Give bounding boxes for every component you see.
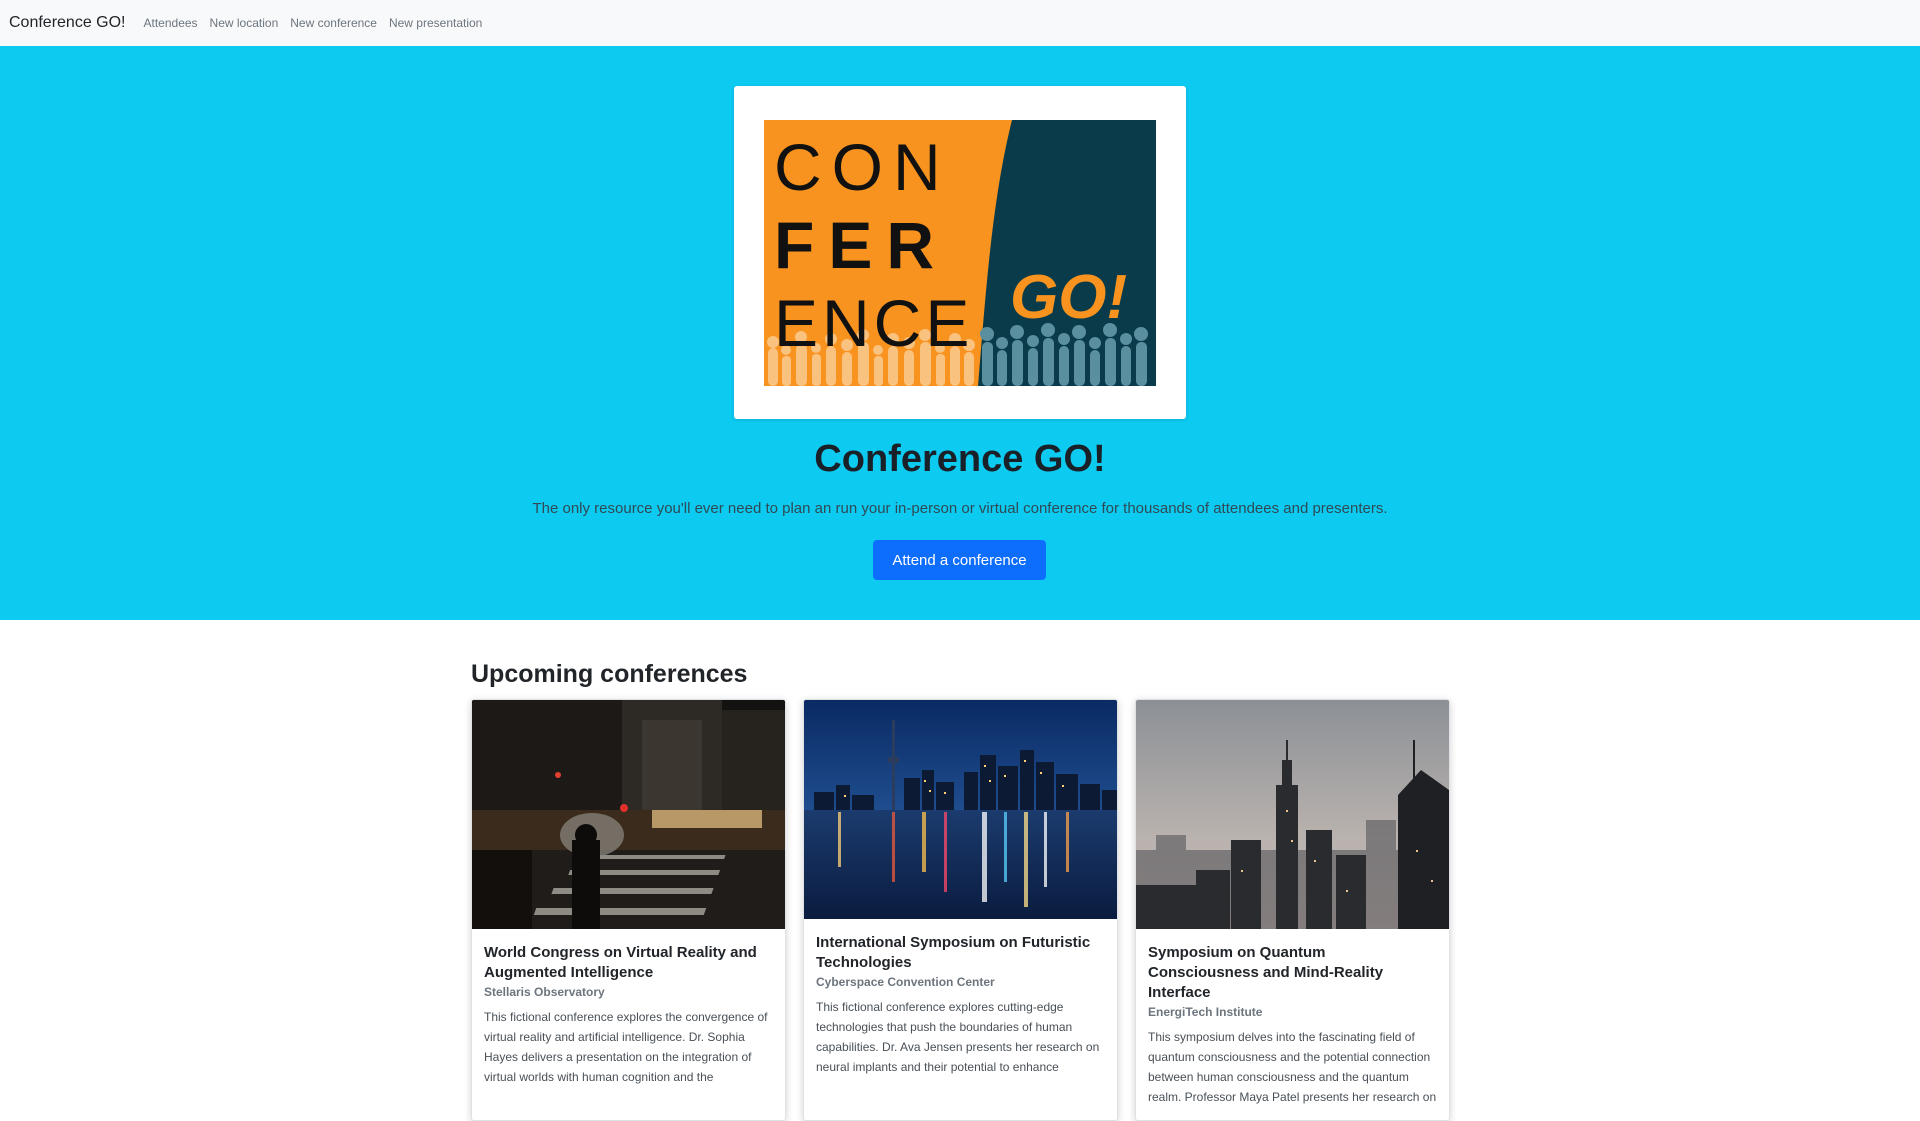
page-title: Conference GO!	[814, 438, 1106, 480]
card-description: This fictional conference explores cutti…	[816, 1000, 1100, 1074]
card-title[interactable]: Symposium on Quantum Consciousness and M…	[1148, 943, 1437, 1003]
navbar: Conference GO! Attendees New location Ne…	[0, 0, 1920, 46]
card-description: This fictional conference explores the c…	[484, 1010, 768, 1084]
logo-line-2: FER	[774, 208, 948, 282]
card-body: International Symposium on Futuristic Te…	[804, 919, 1117, 1077]
logo-go-text: GO!	[1010, 263, 1127, 332]
card-location: Stellaris Observatory	[484, 985, 605, 999]
nav-links: Attendees New location New conference Ne…	[144, 16, 495, 30]
card-title[interactable]: International Symposium on Futuristic Te…	[816, 933, 1105, 973]
conference-card[interactable]: Symposium on Quantum Consciousness and M…	[1135, 699, 1450, 1121]
conference-image	[472, 700, 785, 929]
nav-link-new-presentation[interactable]: New presentation	[389, 16, 482, 30]
card-title[interactable]: World Congress on Virtual Reality and Au…	[484, 943, 773, 983]
card-location: EnergiTech Institute	[1148, 1005, 1263, 1019]
hero-lead-text: The only resource you'll ever need to pl…	[532, 500, 1388, 517]
logo-line-1: CON	[774, 130, 951, 204]
nav-link-new-location[interactable]: New location	[210, 16, 279, 30]
card-body: Symposium on Quantum Consciousness and M…	[1136, 929, 1449, 1107]
card-body: World Congress on Virtual Reality and Au…	[472, 929, 785, 1087]
card-description: This symposium delves into the fascinati…	[1148, 1030, 1437, 1104]
attend-conference-button[interactable]: Attend a conference	[873, 540, 1046, 580]
conference-image	[804, 700, 1117, 919]
conference-logo: CON FER ENCE GO!	[764, 120, 1156, 386]
conference-card[interactable]: International Symposium on Futuristic Te…	[803, 699, 1118, 1121]
nav-link-new-conference[interactable]: New conference	[290, 16, 377, 30]
logo-line-3: ENCE	[774, 286, 973, 360]
card-location: Cyberspace Convention Center	[816, 975, 995, 989]
hero-section: CON FER ENCE GO! Conference GO! The only…	[0, 46, 1920, 620]
conference-card[interactable]: World Congress on Virtual Reality and Au…	[471, 699, 786, 1121]
navbar-brand[interactable]: Conference GO!	[9, 14, 126, 32]
nav-link-attendees[interactable]: Attendees	[144, 16, 198, 30]
logo-frame: CON FER ENCE GO!	[734, 86, 1186, 419]
conference-image	[1136, 700, 1449, 929]
section-title: Upcoming conferences	[471, 660, 748, 688]
